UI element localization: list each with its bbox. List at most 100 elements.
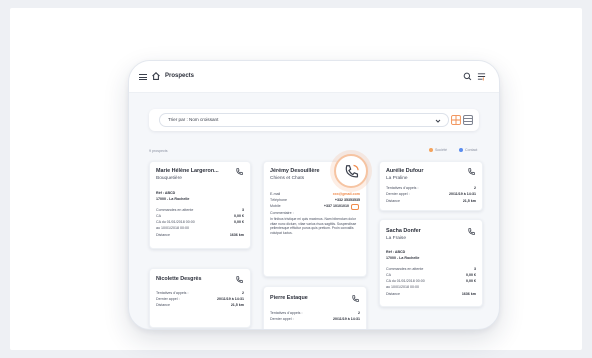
prospect-card[interactable]: Marie Hélène Largeron... Bouquetière Réf… (149, 161, 251, 249)
row-label: E-mail (270, 192, 281, 196)
home-icon[interactable] (151, 71, 161, 81)
row-value: 0,00 € (466, 273, 476, 277)
prospect-name: Jérémy Desouillère (270, 168, 320, 174)
row-value: 20/11/19 à 14:31 (217, 297, 244, 301)
info-row: Dernier appel : 20/11/19 à 14:31 (270, 317, 360, 322)
ref-text: Réf : ABCD (156, 191, 176, 195)
row-value: 0,00 € (234, 220, 244, 224)
info-row: Mobile +337 10101010 (270, 204, 349, 209)
info-row: au 10/01/2018 00:00 (156, 226, 244, 231)
city-text: 17000 - La Rochelle (156, 197, 190, 201)
sort-select[interactable]: Trier par : Nom croissant (159, 113, 449, 127)
prospect-city: 17000 - La Rochelle (386, 256, 476, 261)
row-value: 1636 km (229, 233, 244, 237)
legend-label: Contact (465, 148, 478, 152)
row-label: Distance (156, 303, 170, 307)
row-label: Mobile (270, 204, 281, 208)
menu-icon[interactable] (139, 74, 147, 80)
legend-dot (459, 148, 463, 153)
row-label: Tentatives d'appels : (270, 311, 303, 315)
info-row: Commandes en attente 3 (386, 267, 476, 272)
row-label: CA du 01/01/2018 00:00 (156, 220, 195, 224)
phone-icon (345, 164, 359, 178)
row-value: 2 (474, 186, 476, 190)
grid-view-icon[interactable] (451, 115, 461, 125)
row-label: Distance (386, 199, 400, 203)
info-row: Distance 21,5 km (156, 303, 244, 308)
row-value: 21,5 km (462, 199, 476, 203)
search-icon[interactable] (463, 72, 472, 81)
legend-societe: Société (429, 148, 447, 153)
row-value: 3 (242, 208, 244, 212)
row-label: Téléphone (270, 198, 287, 202)
info-row: Dernier appel : 20/11/19 à 14:31 (156, 297, 244, 302)
phone-icon[interactable] (467, 167, 476, 176)
row-value: +337 10101010 (323, 204, 349, 208)
info-row: Distance 1636 km (386, 292, 476, 297)
phone-icon[interactable] (351, 294, 360, 303)
prospect-company: Bouquetière (156, 176, 182, 181)
prospect-city: 17000 - La Rochelle (156, 197, 244, 202)
info-row: Téléphone +332 35353535 (270, 198, 360, 203)
row-value: 20/11/19 à 14:31 (333, 317, 360, 321)
row-label: Dernier appel : (156, 297, 180, 301)
prospect-name: Aurélie Dufour (386, 168, 424, 174)
row-value: 21,5 km (230, 303, 244, 307)
info-row: CA 0,00 € (386, 273, 476, 278)
info-row: Tentatives d'appels : 2 (270, 311, 360, 316)
list-view-icon[interactable] (463, 115, 473, 125)
legend-contact: Contact (459, 148, 478, 153)
row-value: 3 (474, 267, 476, 271)
row-value: 20/11/19 à 14:31 (449, 192, 476, 196)
row-label: Dernier appel : (270, 317, 294, 321)
prospect-card[interactable]: Pierre Estaque Tentatives d'appels : 2 De… (263, 286, 367, 329)
row-value: 2 (358, 311, 360, 315)
row-value: 0,00 € (234, 214, 244, 218)
info-row: Distance 21,5 km (386, 199, 476, 204)
row-value: +332 35353535 (334, 198, 360, 202)
sort-bar: Trier par : Nom croissant (149, 109, 479, 131)
row-label: Distance (386, 292, 400, 296)
prospect-name: Pierre Estaque (270, 295, 308, 301)
info-row: CA 0,00 € (156, 214, 244, 219)
info-row: Dernier appel : 20/11/19 à 14:31 (386, 192, 476, 197)
row-label: Commandes en attente (156, 208, 194, 212)
row-label: Tentatives d'appels : (156, 291, 189, 295)
prospect-name: Nicolette Desgrès (156, 276, 202, 282)
prospect-card[interactable]: Sacha Donfer La Fraise Réf : ABCD 17000 … (379, 219, 483, 307)
row-label: CA (386, 273, 391, 277)
city-text: 17000 - La Rochelle (386, 256, 420, 260)
legend-label: Société (435, 148, 447, 152)
email-link[interactable]: xxx@gmail.com (333, 192, 360, 196)
info-row: E-mail xxx@gmail.com (270, 192, 360, 197)
row-label: au 10/01/2018 00:00 (156, 226, 189, 230)
info-row: CA du 01/01/2018 00:00 0,00 € (156, 220, 244, 225)
filter-icon[interactable] (477, 72, 486, 81)
sort-label: Trier par : Nom croissant (168, 117, 219, 122)
row-label: Dernier appel : (386, 192, 410, 196)
message-icon[interactable] (351, 204, 359, 210)
prospect-company: La Fraise (386, 236, 406, 241)
info-row: CA du 01/01/2018 00:00 0,00 € (386, 279, 476, 284)
phone-icon[interactable] (467, 227, 476, 236)
row-value: 0,00 € (466, 279, 476, 283)
row-label: au 10/01/2018 00:00 (386, 285, 419, 289)
prospect-company: La Praline (386, 176, 408, 181)
info-row: Tentatives d'appels : 2 (386, 186, 476, 191)
tablet-device: Prospects Trier par : Nom croissant 9 pr… (128, 60, 500, 330)
row-label: Commandes en attente (386, 267, 424, 271)
row-label: Distance (156, 233, 170, 237)
comment-label-row: Commentaire : (270, 211, 360, 216)
ref-text: Réf : ABCD (386, 250, 406, 254)
stage: Prospects Trier par : Nom croissant 9 pr… (10, 8, 582, 350)
prospect-card[interactable]: Nicolette Desgrès Tentatives d'appels : 2… (149, 268, 251, 328)
page-title: Prospects (165, 73, 195, 79)
phone-icon[interactable] (235, 275, 244, 284)
row-value: 1636 km (461, 292, 476, 296)
prospect-card[interactable]: Aurélie Dufour La Praline Tentatives d'a… (379, 161, 483, 211)
call-button-highlighted[interactable] (334, 154, 368, 188)
chevron-down-icon (435, 119, 441, 123)
phone-icon[interactable] (235, 167, 244, 176)
row-value: 2 (242, 291, 244, 295)
legend-dot (429, 148, 433, 153)
